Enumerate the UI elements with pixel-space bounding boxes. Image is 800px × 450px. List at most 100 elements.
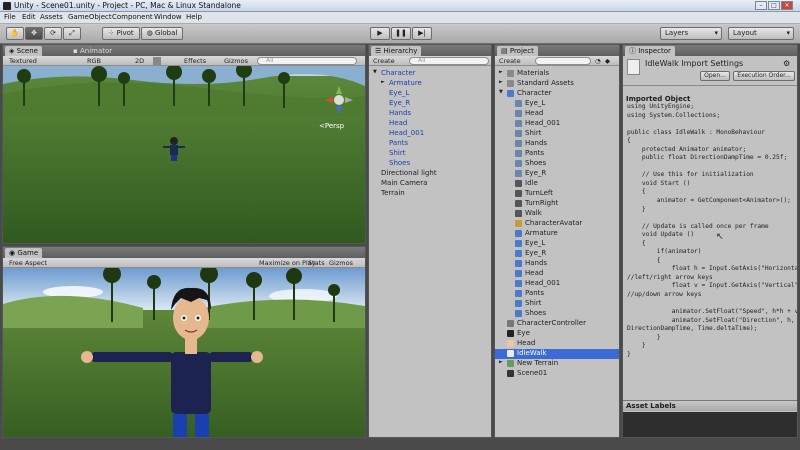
tab-game[interactable]: ◉ Game — [5, 248, 43, 258]
gizmos-dropdown[interactable]: Gizmos — [224, 57, 248, 65]
project-item[interactable]: Shirt — [495, 129, 619, 139]
render-mode-dropdown[interactable]: Textured — [9, 57, 37, 65]
label-filter-icon[interactable]: ◆ — [605, 57, 610, 65]
project-item[interactable]: ► Standard Assets — [495, 79, 619, 89]
project-item[interactable]: TurnLeft — [495, 189, 619, 199]
project-item[interactable]: IdleWalk — [495, 349, 619, 359]
hierarchy-item[interactable]: ▼ Character — [369, 69, 491, 79]
project-item[interactable]: CharacterController — [495, 319, 619, 329]
animator-icon: ▪ — [73, 47, 78, 55]
project-item[interactable]: Pants — [495, 289, 619, 299]
hierarchy-item[interactable]: Shirt — [369, 149, 491, 159]
tab-scene[interactable]: ◈ Scene — [5, 46, 42, 56]
step-button[interactable]: ▶| — [412, 27, 432, 40]
project-item[interactable]: Idle — [495, 179, 619, 189]
global-toggle[interactable]: ◍ Global — [141, 27, 183, 40]
hierarchy-item[interactable]: Eye_R — [369, 99, 491, 109]
scale-tool-button[interactable]: ⤢ — [63, 27, 81, 40]
menu-assets[interactable]: Assets — [40, 13, 63, 21]
project-item[interactable]: Head_001 — [495, 279, 619, 289]
project-item[interactable]: Eye_R — [495, 249, 619, 259]
hierarchy-item[interactable]: ► Armature — [369, 79, 491, 89]
project-item[interactable]: Shirt — [495, 299, 619, 309]
project-item[interactable]: Shoes — [495, 159, 619, 169]
execution-order-button[interactable]: Execution Order... — [733, 71, 795, 81]
tab-animator[interactable]: ▪ Animator — [69, 46, 116, 56]
project-item[interactable]: ► Materials — [495, 69, 619, 79]
menu-window[interactable]: Window — [154, 13, 182, 21]
project-item[interactable]: Head — [495, 269, 619, 279]
layout-dropdown[interactable]: Layout ▾ — [728, 27, 794, 40]
hierarchy-item[interactable]: Eye_L — [369, 89, 491, 99]
project-item[interactable]: Head — [495, 339, 619, 349]
hierarchy-search-input[interactable]: All — [409, 57, 489, 65]
tab-project[interactable]: ▤ Project — [497, 46, 538, 56]
filter-icon[interactable]: ◔ — [595, 57, 601, 65]
menu-gameobject[interactable]: GameObject — [68, 13, 112, 21]
hierarchy-item[interactable]: Hands — [369, 109, 491, 119]
chevron-right-icon[interactable]: ► — [499, 79, 503, 85]
chevron-down-icon[interactable]: ▼ — [373, 69, 377, 75]
tab-inspector[interactable]: ⓘ Inspector — [625, 46, 675, 56]
open-button[interactable]: Open... — [700, 71, 730, 81]
project-item[interactable]: Eye_L — [495, 239, 619, 249]
project-item[interactable]: Eye_R — [495, 169, 619, 179]
create-dropdown[interactable]: Create — [499, 57, 521, 65]
gizmos-dropdown[interactable]: Gizmos — [329, 259, 353, 267]
maximize-button[interactable]: □ — [768, 1, 780, 10]
create-dropdown[interactable]: Create — [373, 57, 395, 65]
project-item[interactable]: ► New Terrain — [495, 359, 619, 369]
minimize-button[interactable]: – — [755, 1, 767, 10]
menu-help[interactable]: Help — [186, 13, 202, 21]
2d-toggle[interactable]: 2D — [135, 57, 144, 65]
hierarchy-item[interactable]: Head — [369, 119, 491, 129]
hierarchy-item[interactable]: Main Camera — [369, 179, 491, 189]
hierarchy-item[interactable]: Pants — [369, 139, 491, 149]
pivot-toggle[interactable]: ⁘ Pivot — [102, 27, 140, 40]
project-search-input[interactable] — [535, 57, 591, 65]
menu-edit[interactable]: Edit — [22, 13, 36, 21]
hand-tool-button[interactable]: ✋ — [6, 27, 24, 40]
chevron-right-icon[interactable]: ► — [381, 79, 385, 85]
menu-file[interactable]: File — [4, 13, 16, 21]
project-item[interactable]: TurnRight — [495, 199, 619, 209]
project-item[interactable]: CharacterAvatar — [495, 219, 619, 229]
project-item[interactable]: Armature — [495, 229, 619, 239]
color-mode-dropdown[interactable]: RGB — [87, 57, 101, 65]
stats-toggle[interactable]: Stats — [308, 259, 325, 267]
close-button[interactable]: ✕ — [781, 1, 793, 10]
hierarchy-item[interactable]: Shoes — [369, 159, 491, 169]
project-item[interactable]: ▼ Character — [495, 89, 619, 99]
hierarchy-item[interactable]: Head_001 — [369, 129, 491, 139]
lighting-toggle[interactable] — [153, 57, 161, 65]
rotate-tool-button[interactable]: ⟳ — [44, 27, 62, 40]
menu-component[interactable]: Component — [112, 13, 153, 21]
project-item[interactable]: Head_001 — [495, 119, 619, 129]
project-item[interactable]: Shoes — [495, 309, 619, 319]
project-item[interactable]: Hands — [495, 139, 619, 149]
chevron-right-icon[interactable]: ► — [499, 69, 503, 75]
layers-dropdown[interactable]: Layers ▾ — [660, 27, 722, 40]
scene-search-input[interactable]: All — [257, 57, 357, 65]
hierarchy-item[interactable]: Directional light — [369, 169, 491, 179]
project-item[interactable]: Walk — [495, 209, 619, 219]
settings-gear-icon[interactable]: ⚙ — [783, 59, 790, 68]
project-item[interactable]: Eye_L — [495, 99, 619, 109]
pause-button[interactable]: ❚❚ — [391, 27, 411, 40]
hierarchy-item[interactable]: Terrain — [369, 189, 491, 199]
project-item[interactable]: Hands — [495, 259, 619, 269]
chevron-right-icon[interactable]: ► — [499, 359, 503, 365]
project-item[interactable]: Pants — [495, 149, 619, 159]
project-item[interactable]: Eye — [495, 329, 619, 339]
scene-viewport[interactable]: <Persp — [3, 66, 365, 243]
perspective-label[interactable]: <Persp — [319, 122, 345, 130]
game-viewport[interactable] — [3, 268, 365, 437]
project-item[interactable]: Scene01 — [495, 369, 619, 379]
effects-dropdown[interactable]: Effects — [184, 57, 206, 65]
aspect-dropdown[interactable]: Free Aspect — [9, 259, 47, 267]
move-tool-button[interactable]: ✥ — [25, 27, 43, 40]
project-item[interactable]: Head — [495, 109, 619, 119]
chevron-down-icon[interactable]: ▼ — [499, 89, 503, 95]
tab-hierarchy[interactable]: ☰ Hierarchy — [371, 46, 422, 56]
play-button[interactable]: ▶ — [370, 27, 390, 40]
